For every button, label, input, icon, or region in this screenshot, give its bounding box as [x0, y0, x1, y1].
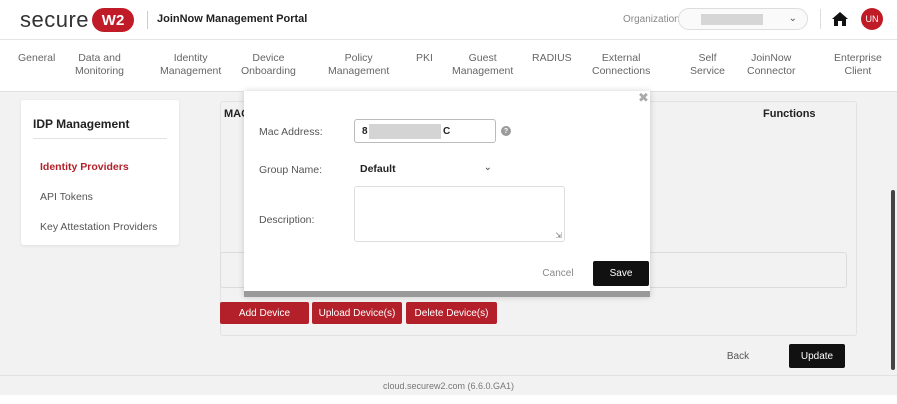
nav-label-2: Monitoring [75, 65, 125, 77]
logo-badge: W2 [92, 8, 135, 32]
sidebar-item-key-attestation-providers[interactable]: Key Attestation Providers [40, 221, 157, 233]
nav-label: General [18, 52, 56, 64]
nav-label: JoinNow [751, 52, 792, 64]
add-device-button[interactable]: Add Device [220, 302, 309, 324]
nav-item-guest-management[interactable]: Guest Management [452, 52, 513, 78]
home-icon[interactable] [830, 9, 850, 29]
header-divider [147, 11, 148, 29]
main-nav: General Data and Monitoring Identity Manag… [0, 40, 897, 92]
modal-bottom-bar [244, 291, 650, 297]
nav-label: PKI [416, 52, 433, 64]
group-name-label: Group Name: [259, 164, 323, 176]
nav-label: Data and [78, 52, 121, 64]
nav-item-device-onboarding[interactable]: Device Onboarding [241, 52, 296, 78]
nav-label-2: Connections [592, 65, 651, 77]
logo-text: secure [20, 7, 90, 32]
organization-redacted-value [701, 14, 763, 25]
mac-value-end: C [443, 126, 451, 137]
nav-label: External [601, 52, 641, 64]
footer: cloud.securew2.com (6.6.0.GA1) [0, 375, 897, 395]
nav-item-pki[interactable]: PKI [416, 52, 433, 65]
nav-label-2: Management [452, 65, 514, 77]
nav-label-2: Service [690, 65, 726, 77]
organization-select[interactable]: ⌄ [678, 8, 808, 30]
sidebar-title: IDP Management [33, 117, 130, 131]
nav-label-2: Connector [747, 65, 796, 77]
delete-devices-button[interactable]: Delete Device(s) [406, 302, 497, 324]
nav-label: RADIUS [532, 52, 572, 64]
nav-label: Identity [173, 52, 208, 64]
description-label: Description: [259, 214, 315, 226]
back-button[interactable]: Back [715, 344, 761, 368]
nav-item-general[interactable]: General [18, 52, 55, 65]
nav-label: Enterprise [834, 52, 882, 64]
nav-label-2: Client [844, 65, 872, 77]
top-bar: secure W2 JoinNow Management Portal Orga… [0, 0, 897, 40]
sidebar-item-identity-providers[interactable]: Identity Providers [40, 161, 129, 173]
mac-address-label: Mac Address: [259, 126, 323, 138]
save-button[interactable]: Save [593, 261, 649, 286]
group-name-select[interactable]: Default ⌄ [354, 156, 496, 182]
chevron-down-icon: ⌄ [483, 162, 492, 173]
user-avatar[interactable]: UN [861, 8, 883, 30]
header-divider-right [820, 9, 821, 29]
nav-item-data-monitoring[interactable]: Data and Monitoring [75, 52, 124, 78]
close-icon[interactable]: ✖ [638, 91, 649, 104]
nav-item-external-connections[interactable]: External Connections [592, 52, 650, 78]
nav-item-radius[interactable]: RADIUS [532, 52, 572, 65]
add-device-modal: ✖ Mac Address: 8 C ? Group Name: Default… [244, 91, 650, 297]
help-icon[interactable]: ? [501, 126, 511, 136]
upload-devices-button[interactable]: Upload Device(s) [312, 302, 402, 324]
nav-item-self-service[interactable]: Self Service [690, 52, 725, 78]
nav-label-2: Management [328, 65, 390, 77]
nav-label: Guest [468, 52, 497, 64]
nav-label-2: Management [160, 65, 222, 77]
scrollbar-thumb[interactable] [891, 190, 895, 370]
mac-redacted-value [369, 124, 441, 139]
nav-item-identity-management[interactable]: Identity Management [160, 52, 221, 78]
resize-handle-icon[interactable]: ⇲ [555, 231, 562, 240]
sidebar-item-api-tokens[interactable]: API Tokens [40, 191, 93, 203]
bottom-strip [0, 395, 897, 404]
group-name-value: Default [360, 163, 396, 175]
nav-label: Device [252, 52, 285, 64]
nav-label: Policy [344, 52, 373, 64]
mac-address-input[interactable]: 8 C [354, 119, 496, 143]
securew2-logo[interactable]: secure W2 [20, 6, 135, 34]
description-textarea[interactable]: ⇲ [354, 186, 565, 242]
idp-sidebar: IDP Management Identity Providers API To… [21, 100, 179, 245]
sidebar-divider [33, 138, 167, 139]
nav-label: Self [698, 52, 717, 64]
update-button[interactable]: Update [789, 344, 845, 368]
column-header-functions: Functions [763, 108, 816, 120]
nav-label-2: Onboarding [241, 65, 296, 77]
nav-item-policy-management[interactable]: Policy Management [328, 52, 389, 78]
portal-title: JoinNow Management Portal [157, 13, 308, 25]
mac-value-start: 8 [362, 126, 368, 137]
organization-label: Organization : [623, 14, 686, 25]
nav-item-joinnow-connector[interactable]: JoinNow Connector [747, 52, 795, 78]
nav-item-enterprise-client[interactable]: Enterprise Client [834, 52, 882, 78]
chevron-down-icon: ⌄ [788, 13, 797, 24]
cancel-button[interactable]: Cancel [531, 261, 585, 285]
